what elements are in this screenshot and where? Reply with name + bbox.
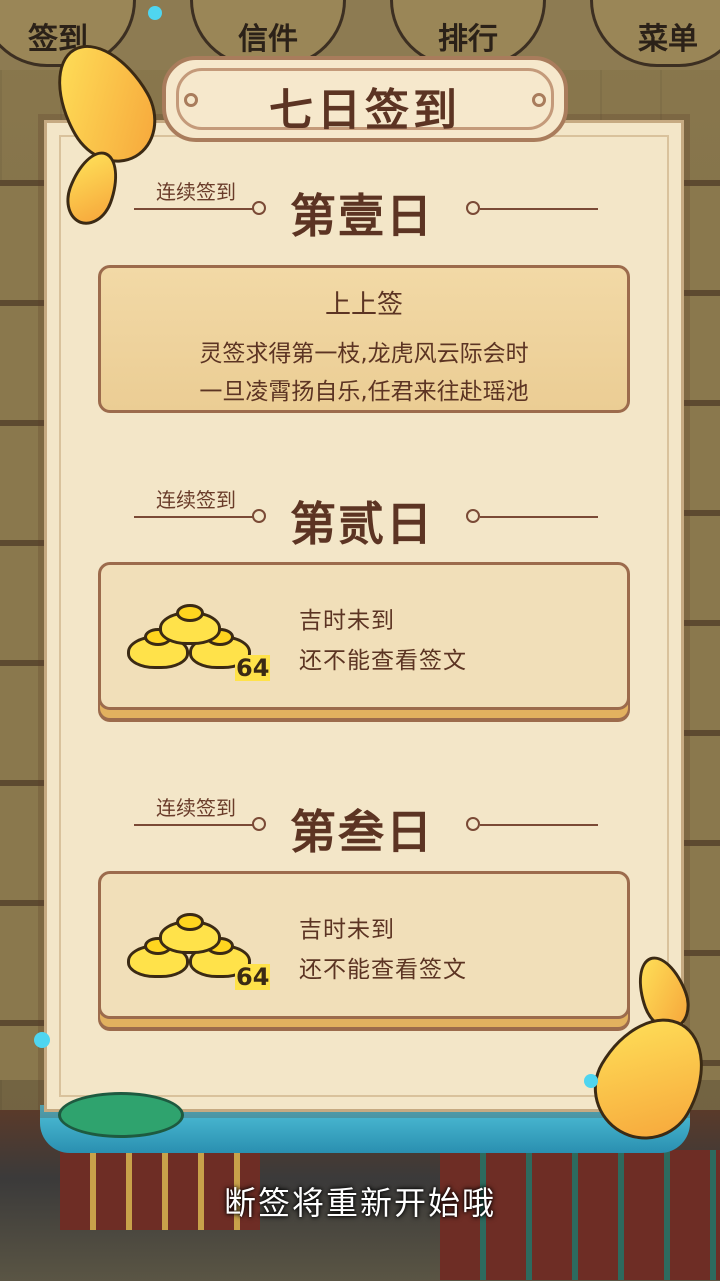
streak-label: 连续签到 — [156, 180, 236, 204]
divider-dot-left — [252, 201, 266, 215]
fortune-line-2: 一旦凌霄扬自乐,任君来往赴瑶池 — [199, 379, 529, 405]
background-left-building — [0, 180, 48, 1080]
day-label: 第壹日 — [290, 189, 434, 243]
lantern-label: 排行 — [438, 22, 498, 57]
title-plate: 七日签到 — [162, 56, 568, 142]
lantern-label: 信件 — [238, 22, 298, 57]
ingot-top — [159, 913, 221, 954]
day-3-locked-card[interactable]: 64 吉时未到 还不能查看签文 — [98, 871, 630, 1019]
bubble-icon — [148, 6, 162, 20]
day-label: 第贰日 — [290, 497, 434, 551]
divider-dot-right — [466, 509, 480, 523]
divider-right — [480, 208, 598, 210]
bubble-icon — [584, 1074, 598, 1088]
divider-right — [480, 824, 598, 826]
divider-dot-right — [466, 817, 480, 831]
fortune-title: 上上签 — [324, 290, 403, 320]
bubble-icon — [34, 1032, 50, 1048]
locked-message: 吉时未到 — [299, 917, 395, 943]
divider-dot-left — [252, 509, 266, 523]
page-title: 七日签到 — [269, 85, 461, 136]
ingot-top — [159, 604, 221, 645]
streak-label: 连续签到 — [156, 796, 236, 820]
reward-count: 64 — [235, 963, 271, 991]
day-label: 第叁日 — [290, 805, 434, 859]
divider-dot-right — [466, 201, 480, 215]
locked-hint: 还不能查看签文 — [299, 648, 467, 674]
locked-message: 吉时未到 — [299, 608, 395, 634]
koi-fish-top-left-icon — [36, 26, 174, 232]
divider-right — [480, 516, 598, 518]
day-2-header: 连续签到 第贰日 — [130, 484, 600, 551]
background-right-building — [684, 180, 720, 1080]
locked-hint: 还不能查看签文 — [299, 957, 467, 983]
day-3-header: 连续签到 第叁日 — [130, 792, 600, 859]
lantern-label: 菜单 — [638, 22, 698, 57]
streak-label: 连续签到 — [156, 488, 236, 512]
lotus-leaf-icon — [58, 1092, 184, 1138]
divider-left — [134, 516, 254, 518]
fortune-line-1: 灵签求得第一枝,龙虎风云际会时 — [199, 341, 529, 367]
menu-lantern-button[interactable]: 菜单 — [590, 0, 720, 67]
divider-left — [134, 824, 254, 826]
divider-dot-left — [252, 817, 266, 831]
day-1-header: 连续签到 第壹日 — [130, 176, 600, 243]
reward-count: 64 — [235, 654, 271, 682]
break-streak-notice: 断签将重新开始哦 — [223, 1184, 496, 1222]
day-1-fortune-card[interactable]: 上上签 灵签求得第一枝,龙虎风云际会时 一旦凌霄扬自乐,任君来往赴瑶池 — [98, 265, 630, 413]
day-2-locked-card[interactable]: 64 吉时未到 还不能查看签文 — [98, 562, 630, 710]
koi-fish-bottom-right-icon — [575, 949, 720, 1159]
